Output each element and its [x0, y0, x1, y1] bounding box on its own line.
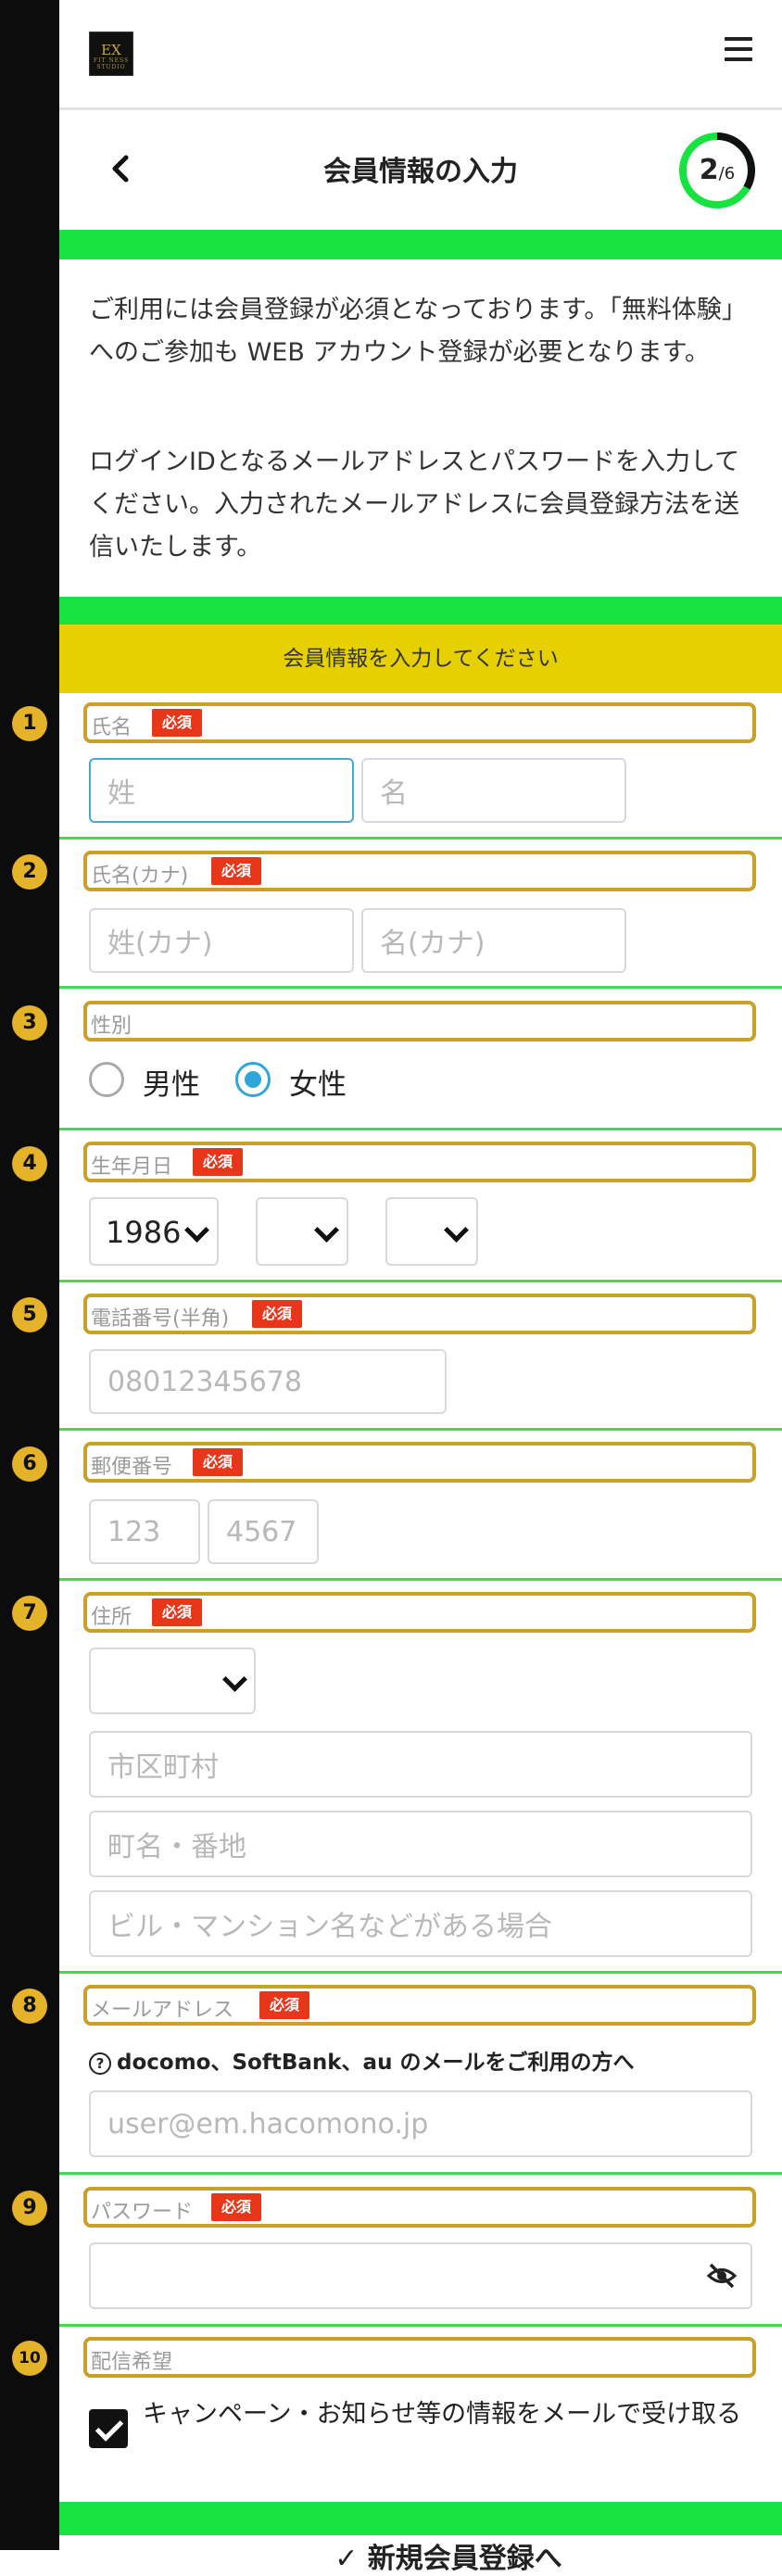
- postal-code-part1-input[interactable]: 123: [89, 1499, 200, 1564]
- last-name-kana-input[interactable]: 姓(カナ): [89, 908, 354, 973]
- field-label-email: メールアドレス 必須: [83, 1985, 756, 2026]
- chevron-down-icon: [184, 1218, 209, 1243]
- section-divider: [59, 1128, 782, 1130]
- first-name-kana-input[interactable]: 名(カナ): [361, 908, 626, 973]
- building-name-input[interactable]: ビル・マンション名などがある場合: [89, 1890, 752, 1957]
- section-divider: [59, 2324, 782, 2327]
- birth-day-select[interactable]: [385, 1197, 478, 1266]
- annotation-marker-3: 3: [12, 1005, 47, 1041]
- last-name-input[interactable]: 姓: [89, 758, 354, 823]
- green-divider-band: [59, 230, 782, 259]
- chevron-down-icon: [314, 1218, 339, 1243]
- green-divider-band: [59, 2502, 782, 2535]
- main-content: EX FIT NESS STUDIO 会員情報の入力 2/6 ご利用には会員登録…: [59, 0, 782, 2575]
- step-progress-ring: 2/6: [678, 132, 756, 209]
- progress-total-steps: /6: [718, 164, 736, 183]
- annotation-marker-4: 4: [12, 1146, 47, 1181]
- field-label-name-kana: 氏名(カナ) 必須: [83, 851, 756, 891]
- brand-logo[interactable]: EX FIT NESS STUDIO: [89, 32, 133, 76]
- intro-paragraph-1: ご利用には会員登録が必須となっております。「無料体験」へのご参加も WEB アカ…: [89, 296, 747, 367]
- annotation-marker-6: 6: [12, 1446, 47, 1482]
- annotation-marker-7: 7: [12, 1596, 47, 1631]
- required-badge: 必須: [211, 857, 262, 885]
- required-badge: 必須: [193, 1448, 244, 1476]
- password-input[interactable]: [89, 2242, 752, 2309]
- back-button[interactable]: [107, 152, 135, 185]
- gender-female-label[interactable]: 女性: [289, 1061, 347, 1103]
- annotation-marker-10: 10: [12, 2341, 47, 2376]
- hamburger-menu-icon[interactable]: [725, 37, 752, 65]
- newsletter-checkbox-label[interactable]: キャンペーン・お知らせ等の情報をメールで受け取る: [143, 2394, 754, 2435]
- gender-female-radio[interactable]: [235, 1062, 271, 1097]
- annotation-marker-2: 2: [12, 854, 47, 890]
- street-address-input[interactable]: 町名・番地: [89, 1811, 752, 1877]
- section-divider: [59, 1280, 782, 1282]
- field-label-newsletter: 配信希望: [83, 2337, 756, 2378]
- chevron-left-icon: [112, 155, 129, 183]
- required-badge: 必須: [252, 1300, 303, 1328]
- required-badge: 必須: [152, 709, 203, 737]
- annotation-marker-5: 5: [12, 1297, 47, 1332]
- chevron-down-icon: [222, 1667, 247, 1692]
- section-divider: [59, 2172, 782, 2175]
- prefecture-select[interactable]: [89, 1648, 256, 1714]
- gender-male-label[interactable]: 男性: [143, 1061, 200, 1103]
- annotation-marker-1: 1: [12, 706, 47, 741]
- footer-heading: ✓ 新規会員登録へ: [334, 2543, 562, 2575]
- section-divider: [59, 1428, 782, 1431]
- header-divider: [59, 107, 782, 110]
- section-divider: [59, 1578, 782, 1581]
- email-carrier-help-link[interactable]: ? docomo、SoftBank、au のメールをご利用の方へ: [89, 2044, 634, 2076]
- green-divider-band: [59, 597, 782, 625]
- city-input[interactable]: 市区町村: [89, 1731, 752, 1798]
- annotation-marker-8: 8: [12, 1989, 47, 2024]
- gender-male-radio[interactable]: [89, 1062, 124, 1097]
- required-badge: 必須: [259, 1991, 310, 2019]
- field-label-postal: 郵便番号 必須: [83, 1442, 756, 1483]
- question-circle-icon: ?: [89, 2052, 111, 2075]
- eye-slash-icon[interactable]: [706, 2261, 738, 2291]
- left-gutter: 1 2 3 4 5 6 7 8 9 10: [0, 0, 59, 2550]
- birth-year-select[interactable]: 1986: [89, 1197, 219, 1266]
- birth-month-select[interactable]: [256, 1197, 348, 1266]
- section-divider: [59, 986, 782, 989]
- required-badge: 必須: [152, 1598, 203, 1626]
- field-label-name: 氏名 必須: [83, 702, 756, 743]
- field-label-address: 住所 必須: [83, 1592, 756, 1633]
- postal-code-part2-input[interactable]: 4567: [208, 1499, 319, 1564]
- phone-input[interactable]: 08012345678: [89, 1349, 447, 1414]
- field-label-birthdate: 生年月日 必須: [83, 1142, 756, 1182]
- first-name-input[interactable]: 名: [361, 758, 626, 823]
- chevron-down-icon: [444, 1218, 469, 1243]
- annotation-marker-9: 9: [12, 2191, 47, 2226]
- newsletter-checkbox[interactable]: [89, 2409, 128, 2448]
- section-divider: [59, 1971, 782, 1974]
- section-divider: [59, 837, 782, 840]
- progress-current-step: 2: [699, 154, 719, 186]
- field-label-gender: 性別: [83, 1001, 756, 1042]
- form-section-header: 会員情報を入力してください: [59, 625, 782, 693]
- required-badge: 必須: [193, 1148, 244, 1176]
- page-title: 会員情報の入力: [323, 156, 518, 188]
- field-label-password: パスワード 必須: [83, 2187, 756, 2228]
- field-label-phone: 電話番号(半角) 必須: [83, 1294, 756, 1334]
- intro-paragraph-2: ログインIDとなるメールアドレスとパスワードを入力してください。入力されたメール…: [89, 448, 740, 562]
- required-badge: 必須: [211, 2193, 262, 2221]
- email-input[interactable]: user@em.hacomono.jp: [89, 2090, 752, 2157]
